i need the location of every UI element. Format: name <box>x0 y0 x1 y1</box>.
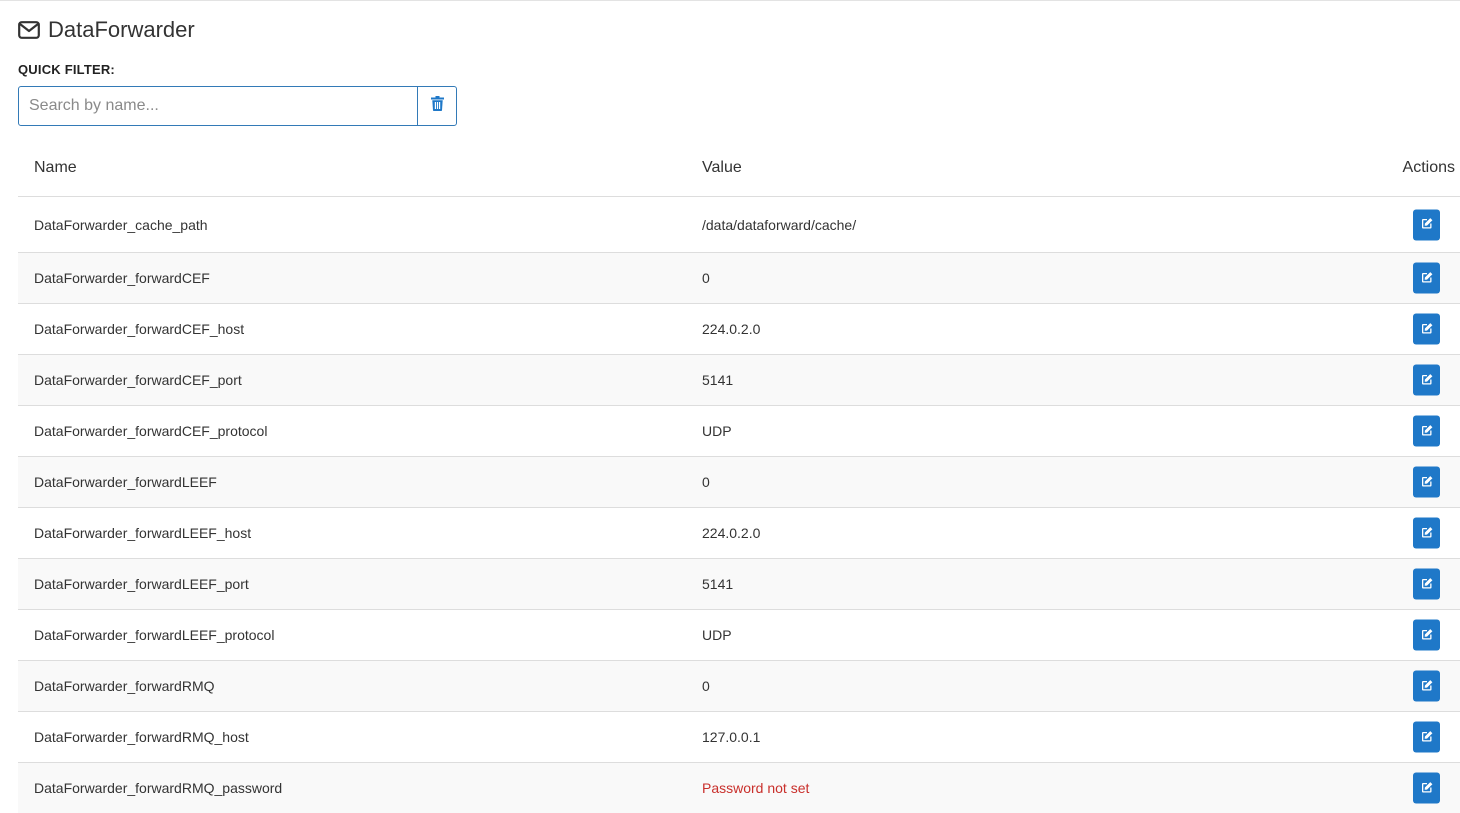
edit-button[interactable] <box>1413 721 1440 753</box>
table-body: DataForwarder_cache_path/data/dataforwar… <box>18 197 1460 813</box>
setting-value: 0 <box>702 678 710 694</box>
page-title: DataForwarder <box>48 17 195 42</box>
setting-value: 5141 <box>702 576 734 592</box>
edit-icon <box>1421 729 1433 745</box>
column-header-value: Value <box>702 159 742 176</box>
quick-filter-group <box>18 86 457 126</box>
edit-button[interactable] <box>1413 313 1440 345</box>
setting-value: /data/dataforward/cache/ <box>702 216 857 233</box>
edit-button[interactable] <box>1413 619 1440 651</box>
setting-value: 127.0.0.1 <box>702 729 761 745</box>
edit-button[interactable] <box>1413 364 1440 396</box>
edit-icon <box>1421 217 1433 233</box>
setting-value: 224.0.2.0 <box>702 321 761 337</box>
setting-name: DataForwarder_forwardLEEF <box>34 474 217 490</box>
setting-name: DataForwarder_forwardCEF_protocol <box>34 423 268 439</box>
table-row: DataForwarder_cache_path/data/dataforwar… <box>18 197 1460 253</box>
setting-value: 5141 <box>702 372 734 388</box>
table-row: DataForwarder_forwardCEF 0 <box>18 253 1460 304</box>
setting-value: UDP <box>702 423 732 439</box>
clear-filter-button[interactable] <box>417 86 457 126</box>
table-row: DataForwarder_forwardCEF_port 5141 <box>18 355 1460 406</box>
envelope-icon <box>18 21 40 39</box>
edit-icon <box>1421 576 1433 592</box>
table-row: DataForwarder_forwardLEEF 0 <box>18 457 1460 508</box>
edit-icon <box>1421 780 1433 796</box>
setting-name: DataForwarder_forwardCEF_host <box>34 321 245 337</box>
setting-value: UDP <box>702 627 732 643</box>
table-row: DataForwarder_forwardCEF_host 224.0.2.0 <box>18 304 1460 355</box>
setting-name: DataForwarder_forwardRMQ <box>34 678 215 694</box>
table-row: DataForwarder_forwardRMQ_password Passwor… <box>18 763 1460 813</box>
setting-value: 0 <box>702 474 710 490</box>
edit-button[interactable] <box>1413 262 1440 294</box>
data-forwarder-page: DataForwarder QUICK FILTER: Name Value A… <box>0 0 1460 813</box>
edit-icon <box>1421 270 1433 286</box>
table-row: DataForwarder_forwardCEF_protocol UDP <box>18 406 1460 457</box>
page-header: DataForwarder <box>18 17 195 43</box>
setting-name: DataForwarder_forwardLEEF_host <box>34 525 252 541</box>
table-row: DataForwarder_forwardRMQ 0 <box>18 661 1460 712</box>
edit-button[interactable] <box>1413 568 1440 600</box>
table-header: Name Value Actions <box>18 143 1460 197</box>
edit-button[interactable] <box>1413 466 1440 498</box>
setting-value: 224.0.2.0 <box>702 525 761 541</box>
edit-icon <box>1421 321 1433 337</box>
edit-button[interactable] <box>1413 209 1440 240</box>
setting-name: DataForwarder_forwardRMQ_host <box>34 729 249 745</box>
search-input[interactable] <box>18 86 418 126</box>
setting-name: DataForwarder_forwardRMQ_password <box>34 780 283 796</box>
trash-icon <box>430 96 444 116</box>
setting-name: DataForwarder_forwardLEEF_port <box>34 576 249 592</box>
edit-button[interactable] <box>1413 517 1440 549</box>
edit-button[interactable] <box>1413 772 1440 804</box>
setting-name: DataForwarder_forwardLEEF_protocol <box>34 627 275 643</box>
setting-name: DataForwarder_cache_path <box>34 216 208 233</box>
edit-icon <box>1421 525 1433 541</box>
settings-table: Name Value Actions DataForwarder_cache_p… <box>18 143 1460 813</box>
quick-filter-label: QUICK FILTER: <box>18 62 115 77</box>
table-row: DataForwarder_forwardLEEF_host 224.0.2.0 <box>18 508 1460 559</box>
edit-icon <box>1421 474 1433 490</box>
setting-name: DataForwarder_forwardCEF <box>34 270 210 286</box>
column-header-name: Name <box>34 159 77 176</box>
table-row: DataForwarder_forwardRMQ_host 127.0.0.1 <box>18 712 1460 763</box>
edit-icon <box>1421 678 1433 694</box>
edit-icon <box>1421 423 1433 439</box>
setting-value: 0 <box>702 270 710 286</box>
edit-icon <box>1421 627 1433 643</box>
table-row: DataForwarder_forwardLEEF_protocol UDP <box>18 610 1460 661</box>
setting-value-warning: Password not set <box>702 780 810 796</box>
table-row: DataForwarder_forwardLEEF_port 5141 <box>18 559 1460 610</box>
column-header-actions: Actions <box>1402 159 1455 176</box>
edit-icon <box>1421 372 1433 388</box>
setting-name: DataForwarder_forwardCEF_port <box>34 372 242 388</box>
edit-button[interactable] <box>1413 415 1440 447</box>
edit-button[interactable] <box>1413 670 1440 702</box>
